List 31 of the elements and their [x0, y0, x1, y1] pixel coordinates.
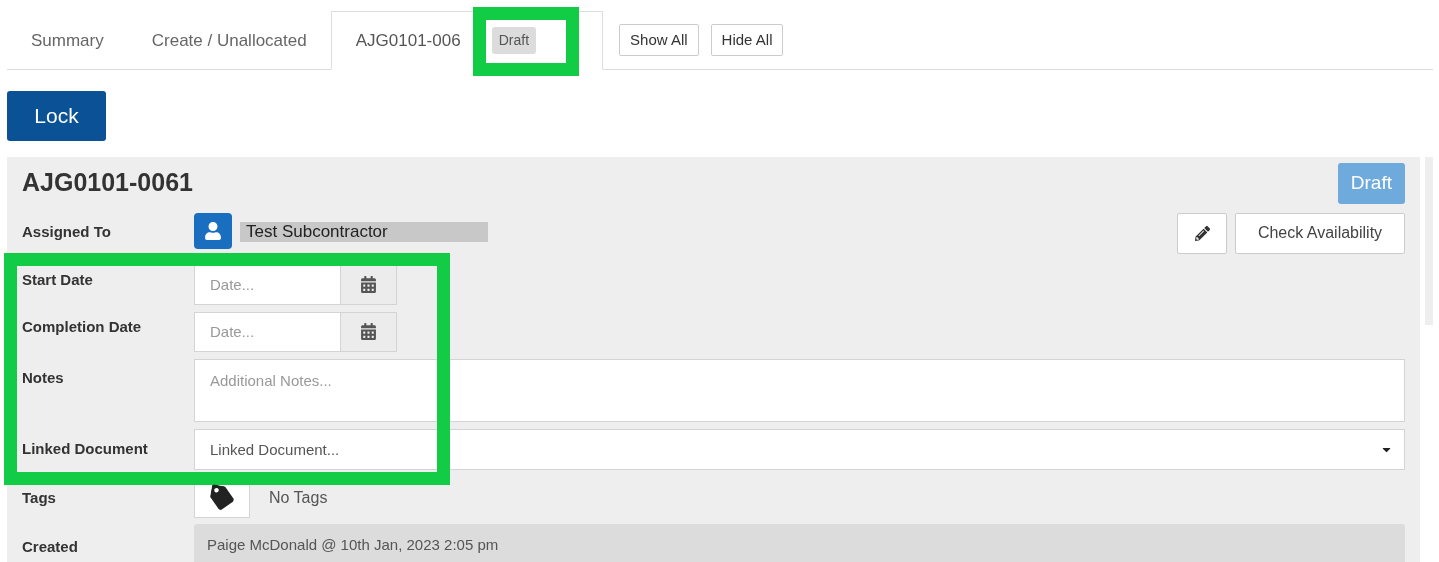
pencil-icon — [1194, 225, 1210, 241]
field-label: Linked Document — [22, 440, 148, 457]
edit-button[interactable] — [1177, 212, 1227, 254]
linked-document-dropdown[interactable]: Linked Document... — [194, 428, 1405, 470]
calendar-button[interactable] — [341, 311, 397, 352]
tab[interactable]: Summary — [7, 11, 128, 70]
calendar-icon — [360, 276, 377, 293]
date-field[interactable]: Date... — [194, 264, 341, 305]
status-badge: Draft — [1337, 163, 1405, 204]
toggle-button[interactable]: Hide All — [710, 24, 784, 56]
calendar-icon — [360, 323, 377, 340]
status-badge: Draft — [491, 27, 537, 54]
toggle-button[interactable]: Show All — [619, 24, 699, 56]
created-field: Paige McDonald @ 10th Jan, 2023 2:05 pm — [194, 523, 1405, 562]
notes-field[interactable]: Additional Notes... — [194, 358, 1405, 422]
lock-button[interactable]: Lock — [7, 91, 106, 141]
field-label: Assigned To — [22, 222, 111, 240]
calendar-button[interactable] — [341, 264, 397, 305]
check-availability-button[interactable]: Check Availability — [1235, 212, 1405, 254]
tags-value: No Tags — [269, 488, 328, 508]
field-label: Created — [22, 537, 78, 555]
tab[interactable]: Create / Unallocated — [127, 11, 331, 70]
user-avatar-icon — [194, 212, 232, 249]
assignee-name: Test Subcontractor — [240, 221, 488, 242]
field-label: Tags — [22, 489, 56, 506]
date-field[interactable]: Date... — [194, 311, 341, 352]
record-title: AJG0101-0061 — [22, 167, 193, 198]
field-label: Notes — [22, 368, 64, 386]
field-label: Completion Date — [22, 317, 142, 335]
field-label: Start Date — [22, 270, 93, 288]
tag-icon — [208, 484, 236, 512]
